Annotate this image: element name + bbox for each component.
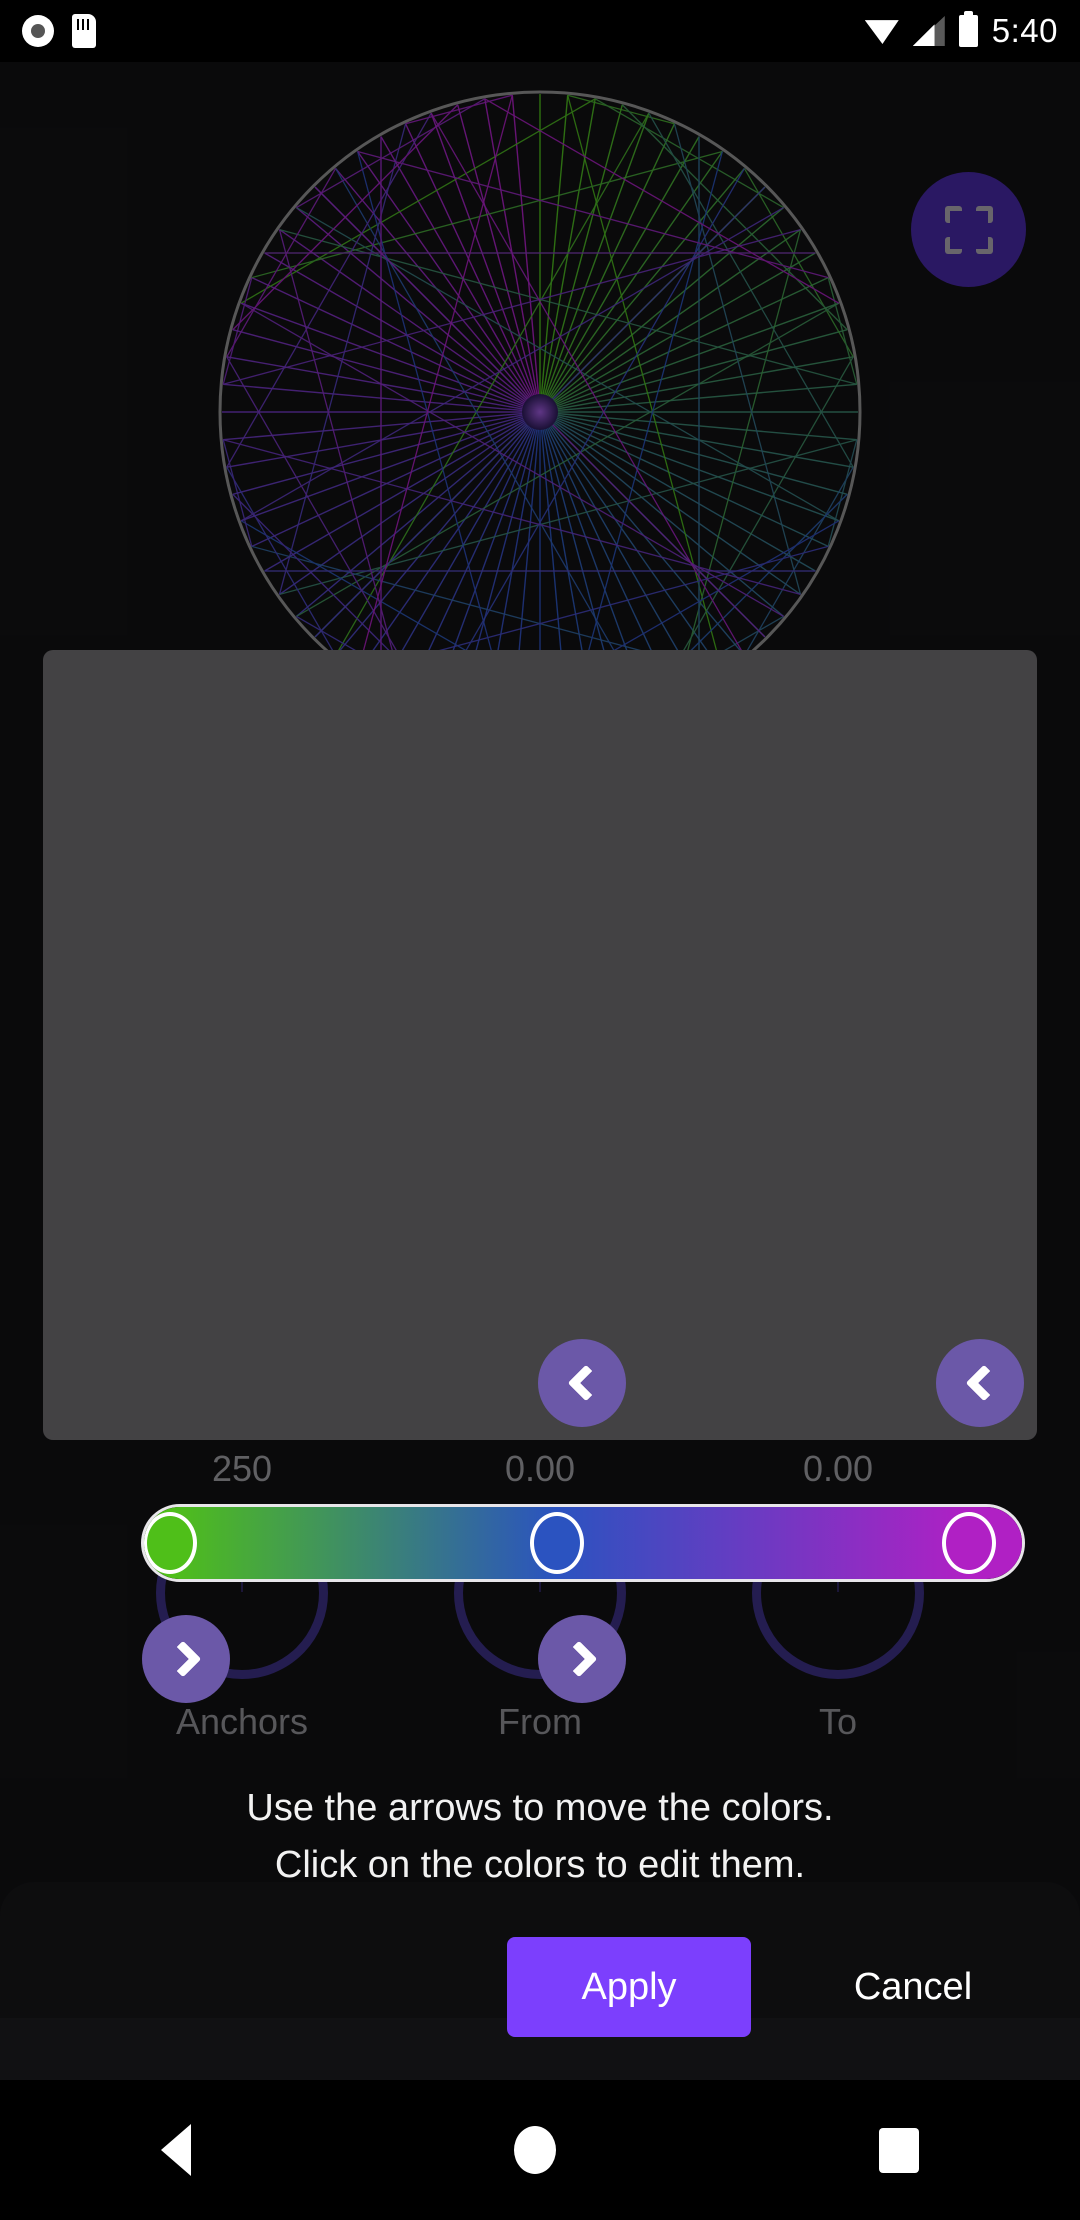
status-bar-clock: 5:40 <box>991 12 1058 49</box>
status-bar: 5:40 <box>0 0 1080 62</box>
cell-signal-icon <box>912 16 945 46</box>
cancel-button[interactable]: Cancel <box>803 1937 1023 2037</box>
move-left-button-1[interactable] <box>538 1339 626 1427</box>
chevron-right-icon <box>164 1640 201 1678</box>
palette-editor-dialog: Use the arrows to move the colors. Click… <box>43 650 1037 2037</box>
color-stop-handle-magenta[interactable] <box>942 1512 997 1574</box>
sd-card-icon <box>72 14 96 48</box>
move-right-button-2[interactable] <box>538 1615 626 1703</box>
record-icon <box>22 15 54 47</box>
apply-button[interactable]: Apply <box>507 1937 751 2037</box>
chevron-left-icon <box>965 1364 1002 1402</box>
wifi-icon <box>864 20 899 44</box>
android-nav-bar <box>0 2080 1080 2220</box>
dialog-hint: Use the arrows to move the colors. Click… <box>43 1780 1037 1894</box>
battery-icon <box>958 11 978 47</box>
chevron-left-icon <box>567 1364 604 1402</box>
color-stop-handle-green[interactable] <box>144 1512 198 1574</box>
chevron-right-icon <box>560 1640 597 1678</box>
move-right-button-1[interactable] <box>142 1615 230 1703</box>
color-stop-handle-blue[interactable] <box>529 1512 584 1574</box>
screen-root: 5:40 250 Anchors 0.00 From 0.00 To Use t… <box>0 0 1080 2220</box>
back-icon[interactable] <box>161 2124 192 2176</box>
dialog-hint-line-2: Click on the colors to edit them. <box>274 1844 806 1886</box>
dialog-hint-line-1: Use the arrows to move the colors. <box>246 1787 834 1829</box>
move-left-button-2[interactable] <box>936 1339 1024 1427</box>
home-icon[interactable] <box>513 2126 556 2174</box>
status-bar-right-icons: 5:40 <box>864 11 1058 50</box>
status-bar-left-icons <box>22 14 96 48</box>
recents-icon[interactable] <box>878 2127 919 2173</box>
gradient-slider[interactable] <box>141 1504 1025 1582</box>
